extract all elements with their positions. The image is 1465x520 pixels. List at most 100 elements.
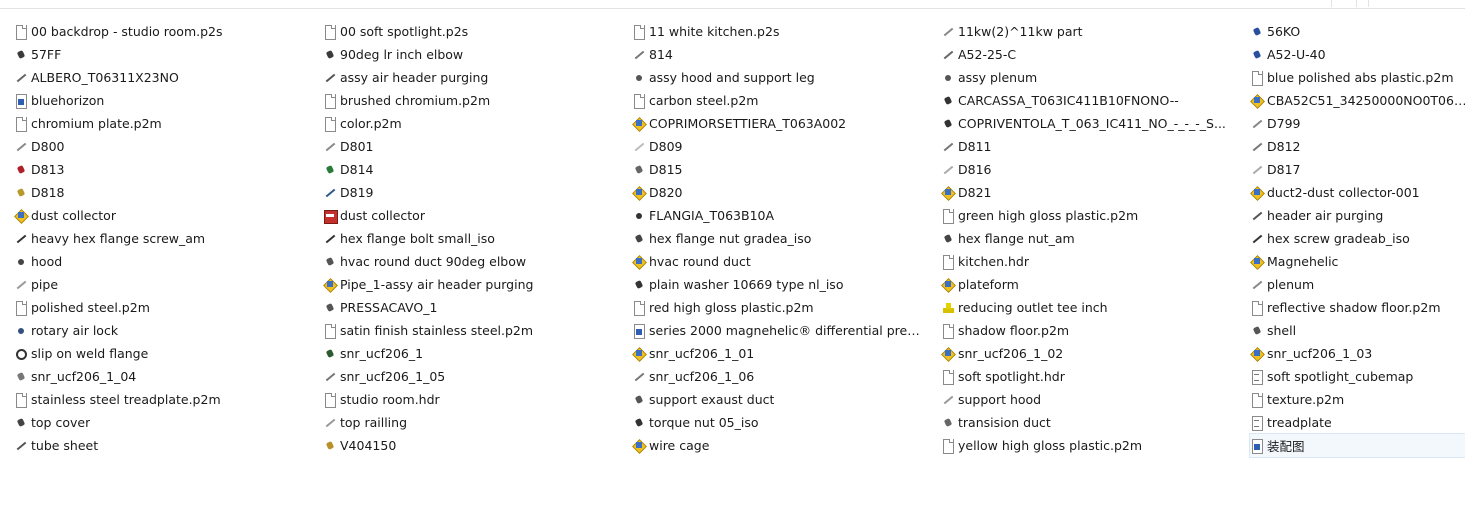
file-item[interactable]: hvac round duct 90deg elbow [323,250,613,273]
file-item[interactable]: snr_ucf206_1_05 [323,365,613,388]
file-item[interactable]: duct2-dust collector-001 [1250,181,1465,204]
file-item[interactable]: shell [1250,319,1465,342]
file-item[interactable]: support exaust duct [632,388,922,411]
file-item[interactable]: green high gloss plastic.p2m [941,204,1231,227]
file-item[interactable]: tube sheet [14,434,304,457]
file-item[interactable]: series 2000 magnehelic® differential pre… [632,319,922,342]
file-item[interactable]: D813 [14,158,304,181]
file-item[interactable]: D821 [941,181,1231,204]
file-item[interactable]: studio room.hdr [323,388,613,411]
file-item[interactable]: transision duct [941,411,1231,434]
file-item[interactable]: brushed chromium.p2m [323,89,613,112]
file-item[interactable]: carbon steel.p2m [632,89,922,112]
file-item[interactable]: D809 [632,135,922,158]
file-item[interactable]: torque nut 05_iso [632,411,922,434]
file-item[interactable]: D820 [632,181,922,204]
file-item[interactable]: top railling [323,411,613,434]
file-item[interactable]: hvac round duct [632,250,922,273]
file-item[interactable]: A52-U-40 [1250,43,1465,66]
file-item[interactable]: dust collector [323,204,613,227]
file-item[interactable]: polished steel.p2m [14,296,304,319]
window-tab[interactable] [1331,0,1357,7]
file-item[interactable]: chromium plate.p2m [14,112,304,135]
file-item[interactable]: color.p2m [323,112,613,135]
file-item[interactable]: reducing outlet tee inch [941,296,1231,319]
file-item[interactable]: stainless steel treadplate.p2m [14,388,304,411]
file-item[interactable]: ALBERO_T06311X23NO [14,66,304,89]
file-item[interactable]: FLANGIA_T063B10A [632,204,922,227]
file-item[interactable]: snr_ucf206_1_02 [941,342,1231,365]
file-item[interactable]: 56KO [1250,20,1465,43]
file-item[interactable]: D814 [323,158,613,181]
file-item[interactable]: 00 soft spotlight.p2s [323,20,613,43]
file-item[interactable]: PRESSACAVO_1 [323,296,613,319]
file-item[interactable]: hood [14,250,304,273]
file-item[interactable]: snr_ucf206_1 [323,342,613,365]
file-item[interactable]: hex flange bolt small_iso [323,227,613,250]
file-item[interactable]: soft spotlight.hdr [941,365,1231,388]
file-item[interactable]: header air purging [1250,204,1465,227]
file-item[interactable]: treadplate [1250,411,1465,434]
image-file-icon [632,323,646,339]
file-item[interactable]: red high gloss plastic.p2m [632,296,922,319]
file-item[interactable]: slip on weld flange [14,342,304,365]
file-item[interactable]: bluehorizon [14,89,304,112]
file-item[interactable]: CARCASSA_T063IC411B10FNONO-- [941,89,1231,112]
file-item[interactable]: D816 [941,158,1231,181]
file-item[interactable]: pipe [14,273,304,296]
file-item[interactable]: D812 [1250,135,1465,158]
file-item[interactable]: snr_ucf206_1_01 [632,342,922,365]
file-item[interactable]: hex flange nut gradea_iso [632,227,922,250]
file-item[interactable]: support hood [941,388,1231,411]
file-item[interactable]: plenum [1250,273,1465,296]
file-item[interactable]: assy hood and support leg [632,66,922,89]
file-item[interactable]: blue polished abs plastic.p2m [1250,66,1465,89]
file-item[interactable]: satin finish stainless steel.p2m [323,319,613,342]
file-item[interactable]: snr_ucf206_1_06 [632,365,922,388]
file-item[interactable]: wire cage [632,434,922,457]
file-item[interactable]: D801 [323,135,613,158]
file-item[interactable]: D815 [632,158,922,181]
file-item[interactable]: 814 [632,43,922,66]
file-item[interactable]: snr_ucf206_1_04 [14,365,304,388]
file-item[interactable]: snr_ucf206_1_03 [1250,342,1465,365]
file-item[interactable]: hex screw gradeab_iso [1250,227,1465,250]
file-item[interactable]: 11 white kitchen.p2s [632,20,922,43]
file-name: D819 [340,185,374,200]
file-item[interactable]: D799 [1250,112,1465,135]
file-item[interactable]: top cover [14,411,304,434]
file-item[interactable]: yellow high gloss plastic.p2m [941,434,1231,457]
file-icon [323,116,337,132]
file-item[interactable]: plain washer 10669 type nl_iso [632,273,922,296]
file-item[interactable]: COPRIMORSETTIERA_T063A002 [632,112,922,135]
window-tab[interactable] [1368,0,1465,7]
file-item[interactable]: texture.p2m [1250,388,1465,411]
file-item[interactable]: V404150 [323,434,613,457]
file-item[interactable]: D817 [1250,158,1465,181]
file-item[interactable]: shadow floor.p2m [941,319,1231,342]
file-item[interactable]: assy plenum [941,66,1231,89]
file-item[interactable]: reflective shadow floor.p2m [1250,296,1465,319]
file-item[interactable]: D811 [941,135,1231,158]
file-item[interactable]: heavy hex flange screw_am [14,227,304,250]
file-item[interactable]: 11kw(2)^11kw part [941,20,1231,43]
file-item[interactable]: rotary air lock [14,319,304,342]
file-item[interactable]: D819 [323,181,613,204]
file-item[interactable]: hex flange nut_am [941,227,1231,250]
file-item[interactable]: 57FF [14,43,304,66]
file-item[interactable]: 90deg lr inch elbow [323,43,613,66]
file-item[interactable]: CBA52C51_34250000NO0T0631-(-... [1250,89,1465,112]
file-item[interactable]: dust collector [14,204,304,227]
file-item[interactable]: D800 [14,135,304,158]
file-item[interactable]: soft spotlight_cubemap [1250,365,1465,388]
file-item[interactable]: assy air header purging [323,66,613,89]
file-item[interactable]: D818 [14,181,304,204]
file-item[interactable]: A52-25-C [941,43,1231,66]
file-item[interactable]: kitchen.hdr [941,250,1231,273]
file-item[interactable]: 装配图 [1249,433,1465,458]
file-item[interactable]: plateform [941,273,1231,296]
file-item[interactable]: COPRIVENTOLA_T_063_IC411_NO_-_-_-_S... [941,112,1231,135]
file-item[interactable]: 00 backdrop - studio room.p2s [14,20,304,43]
file-item[interactable]: Magnehelic [1250,250,1465,273]
file-item[interactable]: Pipe_1-assy air header purging [323,273,613,296]
